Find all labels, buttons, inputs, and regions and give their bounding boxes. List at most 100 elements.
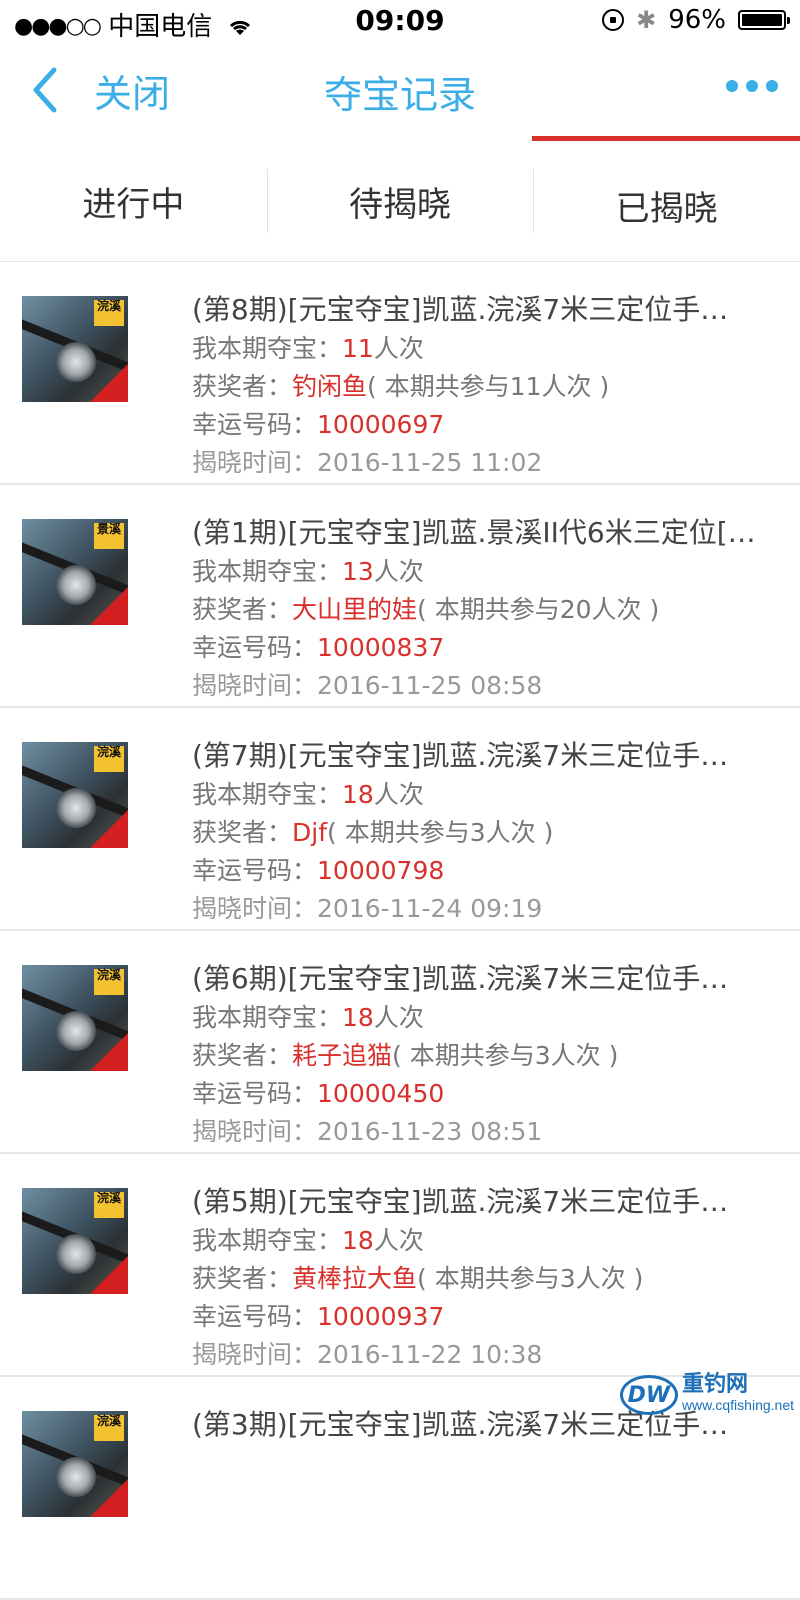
record-title: (第6期)[元宝夺宝]凯蓝.浣溪7米三定位手… bbox=[192, 962, 729, 995]
my-participation: 我本期夺宝：11人次 bbox=[192, 330, 782, 368]
tab-pending[interactable]: 待揭晓 bbox=[266, 141, 534, 261]
bluetooth-icon: ✱ bbox=[636, 6, 657, 34]
watermark-url: www.cqfishing.net bbox=[681, 1397, 794, 1413]
record-info: (第5期)[元宝夺宝]凯蓝.浣溪7米三定位手… 我本期夺宝：18人次 获奖者：黄… bbox=[192, 1182, 782, 1374]
my-count: 18 bbox=[342, 1226, 374, 1255]
record-info: (第8期)[元宝夺宝]凯蓝.浣溪7米三定位手… 我本期夺宝：11人次 获奖者：钓… bbox=[192, 290, 782, 482]
participants: ( 本期共参与3人次 ) bbox=[392, 1041, 619, 1070]
record-info: (第6期)[元宝夺宝]凯蓝.浣溪7米三定位手… 我本期夺宝：18人次 获奖者：耗… bbox=[192, 959, 782, 1151]
reveal-time-line: 揭晓时间：2016-11-25 11:02 bbox=[192, 444, 782, 482]
winner-label: 获奖者： bbox=[192, 1041, 293, 1070]
reveal-time-line: 揭晓时间：2016-11-24 09:19 bbox=[192, 890, 782, 928]
time: 2016-11-23 08:51 bbox=[317, 1117, 543, 1146]
winner: Djf bbox=[292, 818, 328, 847]
time: 2016-11-25 11:02 bbox=[317, 448, 543, 477]
my-count: 11 bbox=[342, 334, 374, 363]
my-label: 我本期夺宝： bbox=[192, 1003, 343, 1032]
my-label: 我本期夺宝： bbox=[192, 334, 343, 363]
thumbnail-badge: 浣溪 bbox=[94, 969, 124, 995]
time-label: 揭晓时间： bbox=[192, 448, 318, 477]
lucky-number: 10000837 bbox=[317, 633, 445, 662]
lucky-number-line: 幸运号码：10000837 bbox=[192, 629, 782, 667]
record-title: (第5期)[元宝夺宝]凯蓝.浣溪7米三定位手… bbox=[192, 1185, 729, 1218]
product-thumbnail: 景溪 bbox=[22, 519, 128, 625]
tab-bar: 进行中 待揭晓 已揭晓 bbox=[0, 141, 800, 262]
record-title: (第8期)[元宝夺宝]凯蓝.浣溪7米三定位手… bbox=[192, 293, 729, 326]
time-label: 揭晓时间： bbox=[192, 894, 318, 923]
tab-in-progress[interactable]: 进行中 bbox=[0, 141, 267, 261]
lucky-label: 幸运号码： bbox=[192, 856, 318, 885]
lucky-label: 幸运号码： bbox=[192, 410, 318, 439]
winner-label: 获奖者： bbox=[192, 595, 293, 624]
reveal-time-line: 揭晓时间：2016-11-22 10:38 bbox=[192, 1336, 782, 1374]
thumbnail-badge: 浣溪 bbox=[94, 1192, 124, 1218]
reveal-time-line: 揭晓时间：2016-11-25 08:58 bbox=[192, 667, 782, 705]
more-button[interactable] bbox=[726, 80, 778, 92]
record-item[interactable]: 浣溪 (第5期)[元宝夺宝]凯蓝.浣溪7米三定位手… 我本期夺宝：18人次 获奖… bbox=[0, 1154, 800, 1377]
lucky-label: 幸运号码： bbox=[192, 1302, 318, 1331]
my-participation: 我本期夺宝：18人次 bbox=[192, 999, 782, 1037]
orientation-lock-icon bbox=[602, 9, 625, 31]
battery-percent: 96% bbox=[668, 5, 726, 35]
winner-label: 获奖者： bbox=[192, 1264, 293, 1293]
lucky-number-line: 幸运号码：10000937 bbox=[192, 1298, 782, 1336]
winner-line: 获奖者：大山里的娃( 本期共参与20人次 ) bbox=[192, 591, 782, 629]
winner: 黄棒拉大鱼 bbox=[292, 1264, 418, 1293]
lucky-number: 10000697 bbox=[317, 410, 445, 439]
participants: ( 本期共参与11人次 ) bbox=[367, 372, 610, 401]
time-label: 揭晓时间： bbox=[192, 1340, 318, 1369]
winner: 钓闲鱼 bbox=[292, 372, 368, 401]
record-item[interactable]: 浣溪 (第8期)[元宝夺宝]凯蓝.浣溪7米三定位手… 我本期夺宝：11人次 获奖… bbox=[0, 262, 800, 485]
time: 2016-11-25 08:58 bbox=[317, 671, 543, 700]
record-title: (第1期)[元宝夺宝]凯蓝.景溪II代6米三定位[… bbox=[192, 516, 756, 549]
winner: 大山里的娃 bbox=[292, 595, 418, 624]
status-bar: ●●●○○ 中国电信 09:09 ✱ 96% bbox=[0, 0, 800, 44]
nav-bar: 关闭 夺宝记录 bbox=[0, 44, 800, 140]
reveal-time-line bbox=[192, 1559, 782, 1597]
my-participation bbox=[192, 1445, 782, 1483]
winner-line: 获奖者：耗子追猫( 本期共参与3人次 ) bbox=[192, 1037, 782, 1075]
record-info: (第1期)[元宝夺宝]凯蓝.景溪II代6米三定位[… 我本期夺宝：13人次 获奖… bbox=[192, 513, 782, 705]
winner-line: 获奖者：钓闲鱼( 本期共参与11人次 ) bbox=[192, 368, 782, 406]
page-title: 夺宝记录 bbox=[323, 73, 476, 117]
winner-label: 获奖者： bbox=[192, 818, 293, 847]
more-dot-icon bbox=[766, 80, 778, 92]
product-thumbnail: 浣溪 bbox=[22, 1411, 128, 1517]
winner-label: 获奖者： bbox=[192, 372, 293, 401]
my-unit: 人次 bbox=[373, 1226, 424, 1255]
product-thumbnail: 浣溪 bbox=[22, 1188, 128, 1294]
my-count: 18 bbox=[342, 780, 374, 809]
more-dot-icon bbox=[726, 80, 738, 92]
record-info: (第7期)[元宝夺宝]凯蓝.浣溪7米三定位手… 我本期夺宝：18人次 获奖者：D… bbox=[192, 736, 782, 928]
lucky-number: 10000937 bbox=[317, 1302, 445, 1331]
thumbnail-badge: 浣溪 bbox=[94, 746, 124, 772]
participants: ( 本期共参与3人次 ) bbox=[417, 1264, 644, 1293]
my-label: 我本期夺宝： bbox=[192, 780, 343, 809]
my-unit: 人次 bbox=[373, 557, 424, 586]
thumbnail-badge: 景溪 bbox=[94, 523, 124, 549]
my-unit: 人次 bbox=[373, 780, 424, 809]
product-thumbnail: 浣溪 bbox=[22, 296, 128, 402]
thumbnail-badge: 浣溪 bbox=[94, 300, 124, 326]
reveal-time-line: 揭晓时间：2016-11-23 08:51 bbox=[192, 1113, 782, 1151]
tab-revealed[interactable]: 已揭晓 bbox=[533, 141, 800, 261]
my-count: 13 bbox=[342, 557, 374, 586]
thumbnail-badge: 浣溪 bbox=[94, 1415, 124, 1441]
lucky-number-line: 幸运号码：10000450 bbox=[192, 1075, 782, 1113]
my-count: 18 bbox=[342, 1003, 374, 1032]
winner: 耗子追猫 bbox=[292, 1041, 393, 1070]
winner-line bbox=[192, 1483, 782, 1521]
winner-line: 获奖者：黄棒拉大鱼( 本期共参与3人次 ) bbox=[192, 1260, 782, 1298]
watermark-logo-icon: DW bbox=[619, 1375, 678, 1415]
time: 2016-11-24 09:19 bbox=[317, 894, 543, 923]
participants: ( 本期共参与3人次 ) bbox=[327, 818, 554, 847]
record-item[interactable]: 景溪 (第1期)[元宝夺宝]凯蓝.景溪II代6米三定位[… 我本期夺宝：13人次… bbox=[0, 485, 800, 708]
winner-line: 获奖者：Djf( 本期共参与3人次 ) bbox=[192, 814, 782, 852]
my-participation: 我本期夺宝：18人次 bbox=[192, 1222, 782, 1260]
record-title: (第7期)[元宝夺宝]凯蓝.浣溪7米三定位手… bbox=[192, 739, 729, 772]
record-item[interactable]: 浣溪 (第6期)[元宝夺宝]凯蓝.浣溪7米三定位手… 我本期夺宝：18人次 获奖… bbox=[0, 931, 800, 1154]
watermark: DW 重钓网 www.cqfishing.net bbox=[619, 1374, 794, 1415]
lucky-number-line: 幸运号码：10000798 bbox=[192, 852, 782, 890]
record-item[interactable]: 浣溪 (第7期)[元宝夺宝]凯蓝.浣溪7米三定位手… 我本期夺宝：18人次 获奖… bbox=[0, 708, 800, 931]
my-participation: 我本期夺宝：18人次 bbox=[192, 776, 782, 814]
